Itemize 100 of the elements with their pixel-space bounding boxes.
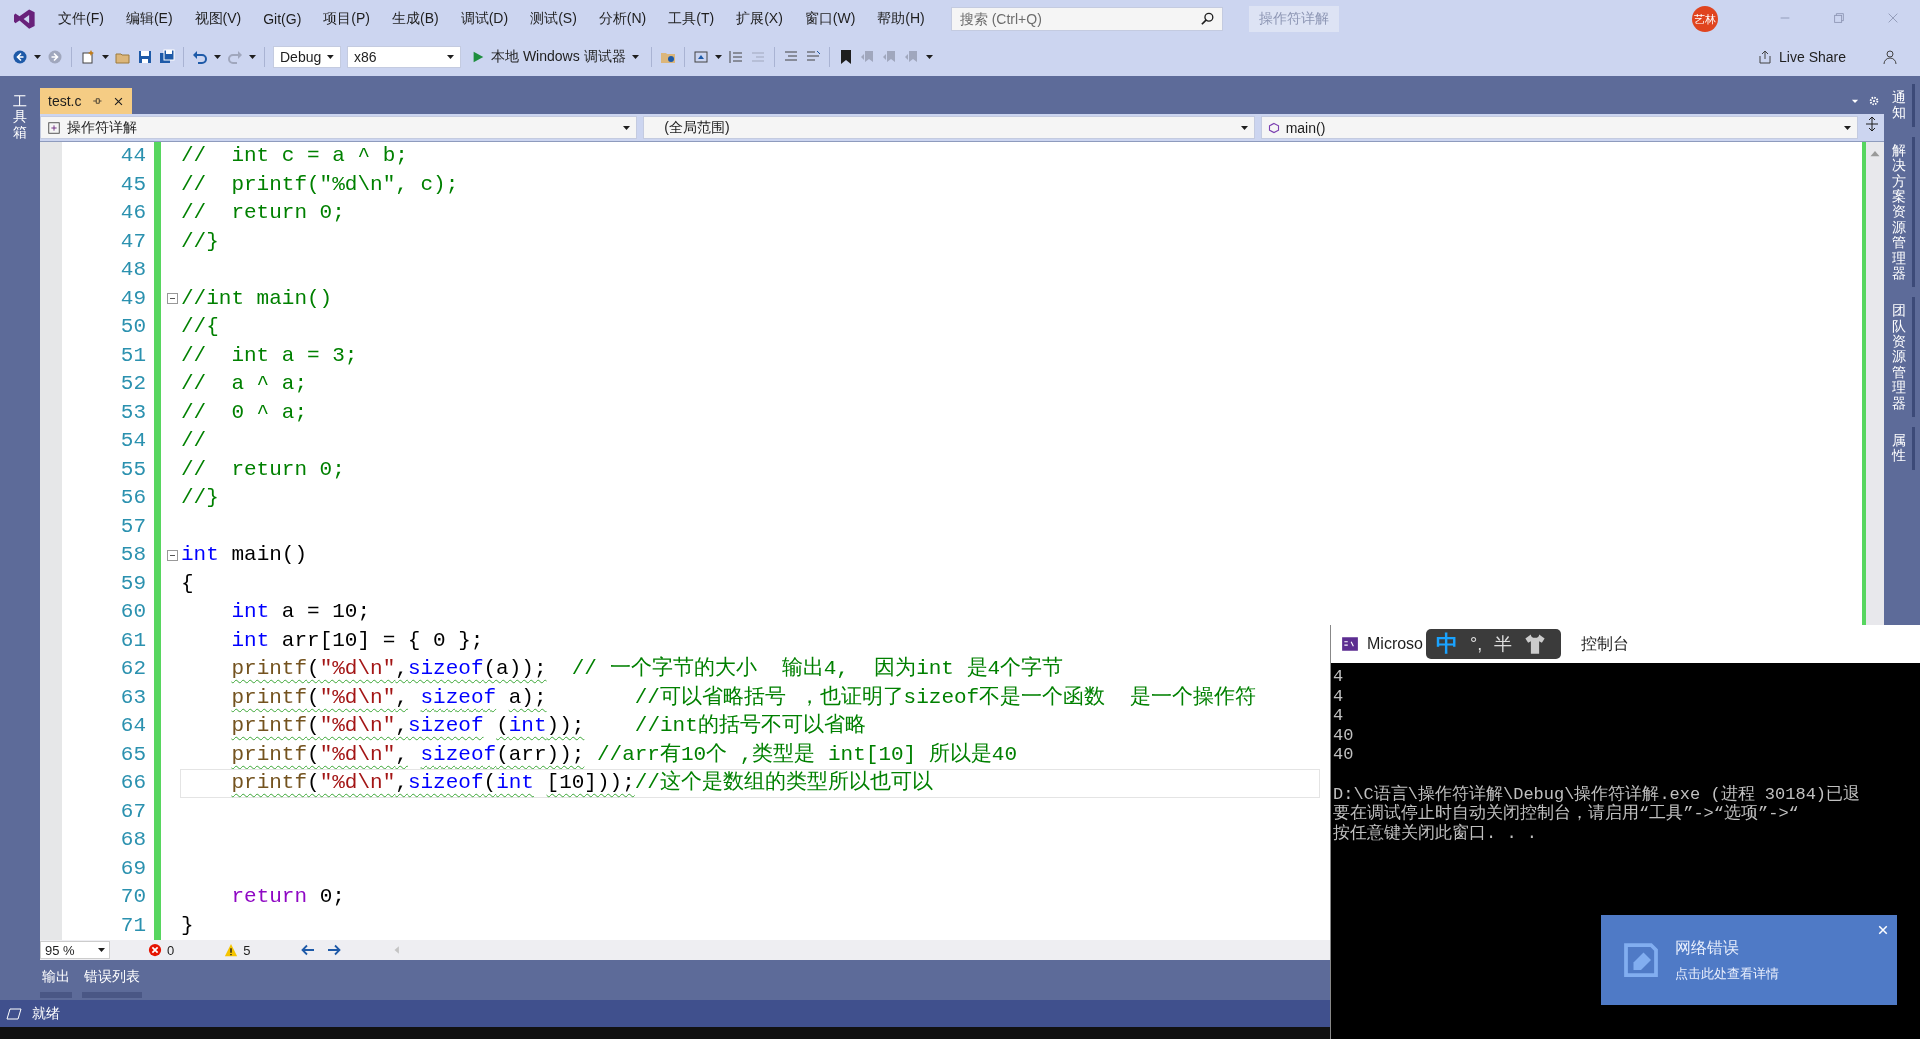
- tool-window-tab[interactable]: 解决方案资源管理器: [1889, 136, 1915, 288]
- ime-toolbar[interactable]: 中 °, 半: [1426, 629, 1561, 659]
- code-line: printf("%d\n",sizeof(a)); // 一个字节的大小 输出4, 因为int 是4个字节: [230, 655, 1065, 682]
- console-title: Microso: [1367, 635, 1423, 653]
- console-output: 4: [1333, 686, 1344, 707]
- caret-icon: [327, 55, 334, 59]
- search-icon: [1200, 12, 1215, 26]
- menu-item[interactable]: 项目(P): [315, 6, 378, 32]
- code-line: }: [180, 912, 195, 939]
- tool-window-tab[interactable]: 通知: [1889, 84, 1915, 127]
- solution-name: 操作符详解: [1248, 6, 1339, 32]
- menu-item[interactable]: 调试(D): [452, 6, 517, 32]
- notification-title: 网络错误: [1675, 937, 1740, 958]
- code-line: //: [180, 428, 208, 454]
- caret-icon: [98, 948, 105, 952]
- error-count[interactable]: 0: [167, 942, 175, 958]
- line-number: 47: [119, 228, 147, 255]
- notification-popup[interactable]: 网络错误 点击此处查看详情: [1601, 915, 1897, 1005]
- file-tab[interactable]: test.c: [40, 88, 133, 114]
- project-dropdown[interactable]: 操作符详解: [40, 116, 638, 139]
- menu-item[interactable]: 分析(N): [590, 6, 655, 32]
- warning-icon: [224, 943, 239, 957]
- menu-item[interactable]: 编辑(E): [117, 6, 181, 32]
- line-number: 52: [119, 371, 147, 397]
- play-icon: [471, 50, 485, 64]
- menu-item[interactable]: 工具(T): [660, 6, 723, 32]
- caret-icon: [623, 125, 631, 130]
- status-icon: [6, 1005, 22, 1022]
- line-number: 64: [119, 713, 147, 739]
- new-project-icon[interactable]: [80, 49, 96, 65]
- tool-window-tab[interactable]: 属性: [1889, 427, 1915, 470]
- code-line: int main(): [180, 542, 309, 568]
- menu-item[interactable]: 测试(S): [522, 6, 585, 32]
- width-mode[interactable]: 半: [1494, 632, 1513, 656]
- pin-icon[interactable]: [91, 95, 104, 107]
- caret-icon: [1240, 125, 1248, 130]
- line-number: 46: [119, 200, 147, 226]
- zoom-dropdown[interactable]: 95 %: [40, 941, 110, 959]
- line-number: 56: [119, 485, 147, 511]
- line-number: 54: [119, 428, 147, 454]
- caret-icon: [214, 55, 221, 59]
- indent-icon[interactable]: [727, 49, 744, 65]
- cube-icon: [1267, 121, 1280, 134]
- line-number: 70: [119, 884, 147, 910]
- feedback-person-icon[interactable]: [1882, 49, 1898, 65]
- arrow-left-icon[interactable]: [300, 942, 317, 958]
- code-line: //}: [180, 485, 220, 511]
- menu-item[interactable]: 扩展(X): [728, 6, 791, 32]
- code-line: // printf("%d\n", c);: [180, 171, 460, 198]
- settings-icon[interactable]: [1868, 95, 1880, 107]
- console-message: D:\C语言\操作符详解\Debug\操作符详解.exe (进程 30184)已退: [1333, 784, 1861, 804]
- code-line: // a ^ a;: [180, 371, 309, 397]
- collapse-icon[interactable]: [166, 293, 178, 305]
- close-icon[interactable]: [113, 95, 125, 107]
- line-number: 59: [119, 570, 147, 597]
- console-output: 4: [1333, 667, 1344, 687]
- input-mode[interactable]: 中: [1436, 629, 1458, 659]
- code-line: printf("%d\n",sizeof (int)); //int的括号不可以省略: [230, 712, 867, 739]
- scope-dropdown[interactable]: (全局范围): [643, 116, 1255, 139]
- collapse-icon[interactable]: [166, 549, 178, 561]
- platform-dropdown[interactable]: x86: [347, 46, 461, 68]
- save-icon[interactable]: [137, 49, 153, 65]
- code-line: int arr[10] = { 0 };: [230, 627, 485, 654]
- account-avatar[interactable]: 艺林: [1692, 6, 1718, 32]
- tool-window-tab[interactable]: 团队资源管理器: [1889, 297, 1915, 418]
- back-icon[interactable]: [12, 49, 28, 65]
- caret-icon: [34, 55, 41, 59]
- line-number: 50: [119, 314, 147, 340]
- menu-item[interactable]: 窗口(W): [796, 6, 864, 32]
- menu-item[interactable]: 文件(F): [50, 6, 112, 32]
- search-field[interactable]: 搜索 (Ctrl+Q): [950, 7, 1223, 31]
- split-icon[interactable]: [1864, 116, 1880, 132]
- code-line: int a = 10;: [230, 599, 372, 625]
- project-icon: [47, 120, 61, 135]
- line-number: 53: [119, 399, 147, 426]
- code-line: // 0 ^ a;: [180, 399, 309, 426]
- start-debugging-button[interactable]: 本地 Windows 调试器: [467, 46, 643, 68]
- live-share-button[interactable]: Live Share: [1753, 47, 1850, 67]
- configuration-dropdown[interactable]: Debug: [273, 46, 341, 68]
- punctuation-mode[interactable]: °,: [1470, 633, 1483, 655]
- shirt-icon[interactable]: [1524, 633, 1547, 655]
- undo-icon[interactable]: [192, 49, 208, 65]
- menu-item[interactable]: 帮助(H): [869, 6, 933, 32]
- menu-item[interactable]: Git(G): [255, 7, 310, 31]
- console-title: 控制台: [1581, 633, 1629, 654]
- line-number: 60: [119, 599, 147, 625]
- window-icon[interactable]: [692, 49, 709, 65]
- warning-count[interactable]: 5: [243, 942, 251, 958]
- member-dropdown[interactable]: main(): [1260, 116, 1858, 139]
- arrow-right-icon[interactable]: [326, 942, 343, 958]
- line-number: 58: [119, 542, 147, 568]
- toolbox-tab[interactable]: 工具箱: [11, 88, 29, 147]
- code-line: // int a = 3;: [180, 342, 359, 369]
- vs-logo-icon: [14, 8, 36, 30]
- menu-item[interactable]: 生成(B): [384, 6, 447, 32]
- code-line: //}: [180, 228, 220, 255]
- menu-item[interactable]: 视图(V): [186, 6, 250, 32]
- notification-message: 点击此处查看详情: [1675, 964, 1779, 983]
- save-all-icon[interactable]: [159, 49, 175, 65]
- caret-icon: [447, 55, 454, 59]
